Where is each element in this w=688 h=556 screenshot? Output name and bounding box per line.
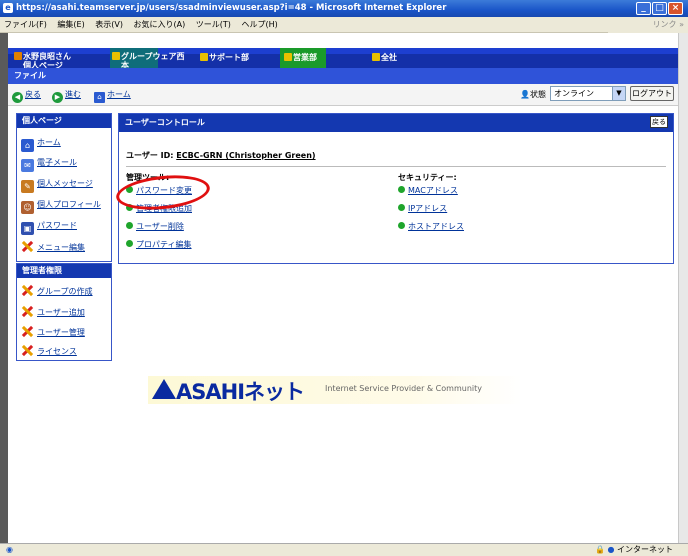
minimize-button[interactable]: _ [636,2,651,15]
page-status-icon: ◉ [6,545,13,554]
links-button[interactable]: リンク » [608,17,688,33]
browser-status-bar: ◉ [0,543,688,556]
logo-mark-icon [152,379,176,399]
tools-icon [21,344,34,357]
menu-edit[interactable]: 編集(E) [53,17,88,33]
green-bullet-icon [398,222,405,229]
tab-support[interactable]: サポート部 [200,52,249,66]
globe-icon: ● [607,545,615,554]
admin-title: 管理者権限 [17,264,111,278]
menu-help[interactable]: ヘルプ(H) [237,17,281,33]
green-bullet-icon [126,240,133,247]
home-icon: ⌂ [94,92,105,103]
file-menu-label: ファイル [14,71,46,80]
user-greeting[interactable]: 水野良昭さん 個人ページ [14,52,71,70]
folder-icon [112,52,120,60]
monitor-icon: ▣ [21,222,34,235]
tools-icon [21,305,34,318]
close-button[interactable]: × [668,2,683,15]
sidebar-item-license[interactable]: ライセンス [21,344,77,358]
security-heading: セキュリティー: [398,173,457,182]
chevron-down-icon[interactable]: ▼ [612,87,625,100]
sidebar-item-profile[interactable]: ☺ 個人プロフィール [21,198,101,214]
message-icon: ✎ [21,180,34,193]
ie-icon: e [3,3,13,13]
tools-icon [21,240,34,253]
folder-icon [284,53,292,61]
home-nav-button[interactable]: ⌂ ホーム [94,89,131,103]
tab-company[interactable]: 全社 [372,52,397,66]
window-title-bar: https://asahi.teamserver.jp/users/ssadmi… [0,0,688,17]
mail-icon: ✉ [21,159,34,172]
person-icon: 👤 [520,90,530,99]
tools-icon [21,284,34,297]
tab-groupware[interactable]: グループウェア西 本 [112,52,185,70]
logout-button[interactable]: ログアウト [630,86,674,101]
user-icon [14,52,22,60]
edit-properties-link[interactable]: プロパティ編集 [126,239,192,251]
lock-icon: 🔒 [595,545,605,554]
top-navigation-strip [8,48,678,54]
sidebar-item-password[interactable]: ▣ パスワード [21,219,77,235]
profile-icon: ☺ [21,201,34,214]
menu-tools[interactable]: ツール(T) [192,17,235,33]
menu-file[interactable]: ファイル(F) [0,17,51,33]
back-nav-button[interactable]: ◀ 戻る [12,89,41,103]
menu-bar: ファイル(F) 編集(E) 表示(V) お気に入り(A) ツール(T) ヘルプ(… [0,17,688,33]
admin-panel: 管理者権限 グループの作成 ユーザー追加 ユーザー管理 ライセンス [16,263,112,361]
window-title: https://asahi.teamserver.jp/users/ssadmi… [16,3,447,13]
menu-view[interactable]: 表示(V) [91,17,127,33]
vertical-scrollbar[interactable] [678,33,688,543]
status-label: 👤状態 [520,90,546,99]
menu-favorites[interactable]: お気に入り(A) [130,17,190,33]
sidebar-item-messages[interactable]: ✎ 個人メッセージ [21,177,93,193]
forward-nav-button[interactable]: ▶ 進む [52,89,81,103]
home-icon: ⌂ [21,139,34,152]
frame-edge [0,33,8,543]
forward-arrow-icon: ▶ [52,92,63,103]
mac-address-link[interactable]: MACアドレス [398,185,458,197]
personal-page-title: 個人ページ [17,114,111,128]
logo-tagline: Internet Service Provider & Community [325,384,482,393]
green-bullet-icon [398,186,405,193]
sidebar-item-add-user[interactable]: ユーザー追加 [21,305,85,319]
divider [126,166,666,167]
green-bullet-icon [126,222,133,229]
security-zone: 🔒 ● インターネット [595,545,674,554]
host-address-link[interactable]: ホストアドレス [398,221,464,233]
file-menu-bar[interactable]: ファイル [8,68,678,84]
sidebar-item-email[interactable]: ✉ 電子メール [21,156,77,172]
folder-icon [200,53,208,61]
back-button[interactable]: 戻る [650,116,668,128]
page-title: ユーザーコントロール [119,114,673,132]
sidebar-item-create-group[interactable]: グループの作成 [21,284,93,298]
user-id-line: ユーザー ID: ECBC-GRN (Christopher Green) [126,150,316,161]
sidebar-item-menu-edit[interactable]: メニュー編集 [21,240,85,254]
ip-address-link[interactable]: IPアドレス [398,203,447,215]
user-id-prefix: ユーザー ID: [126,151,174,160]
green-bullet-icon [398,204,405,211]
maximize-button[interactable]: □ [652,2,667,15]
logo-text: ASAHIネット [176,380,305,404]
delete-user-link[interactable]: ユーザー削除 [126,221,184,233]
personal-page-panel: 個人ページ ⌂ ホーム ✉ 電子メール ✎ 個人メッセージ ☺ 個人プロフィール ▣ パス… [16,113,112,262]
status-select-value: オンライン [554,89,594,98]
user-id-value[interactable]: ECBC-GRN (Christopher Green) [176,151,315,160]
folder-icon [372,53,380,61]
back-arrow-icon: ◀ [12,92,23,103]
sidebar-item-home[interactable]: ⌂ ホーム [21,136,61,152]
tab-sales[interactable]: 営業部 [284,52,317,66]
tools-icon [21,325,34,338]
sidebar-item-user-management[interactable]: ユーザー管理 [21,325,85,339]
